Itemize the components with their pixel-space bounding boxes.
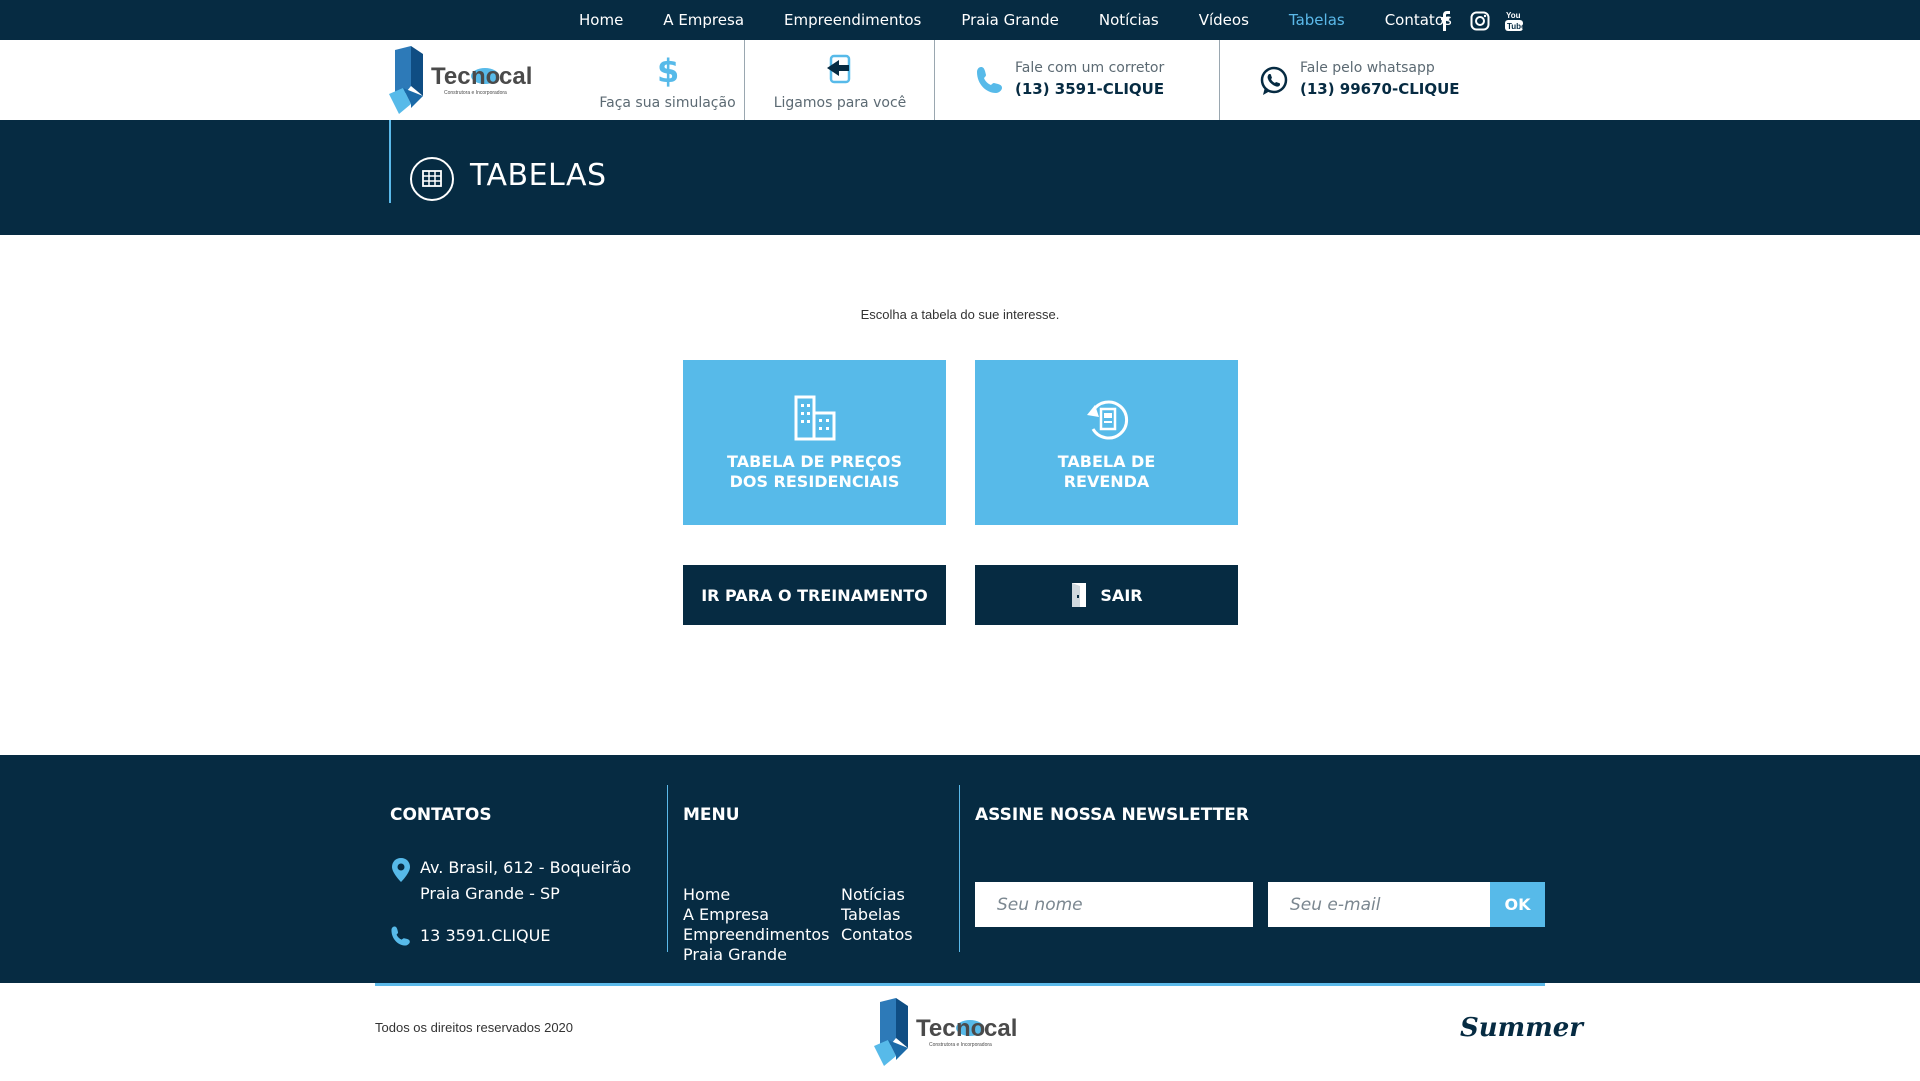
svg-text:cal: cal xyxy=(499,63,532,90)
copyright-text: Todos os direitos reservados 2020 xyxy=(375,1020,574,1035)
bottom-bar: Todos os direitos reservados 2020 Tec no… xyxy=(0,983,1920,1081)
treinamento-button[interactable]: IR PARA O TREINAMENTO xyxy=(683,565,946,625)
page-banner: TABELAS xyxy=(0,120,1920,235)
footer-link-noticias[interactable]: Notícias xyxy=(841,885,913,905)
facebook-icon[interactable] xyxy=(1436,11,1456,31)
ligamos-label: Ligamos para você xyxy=(773,95,907,111)
bottom-accent-line xyxy=(375,983,1545,986)
footer-newsletter: ASSINE NOSSA NEWSLETTER OK xyxy=(975,785,1545,952)
newsletter-title: ASSINE NOSSA NEWSLETTER xyxy=(975,805,1250,825)
tecnocal-logo[interactable]: Tec no cal Construtora e Incorporadora xyxy=(389,46,561,114)
corretor-number: (13) 3591-CLIQUE xyxy=(1015,80,1165,98)
footer-phone-number: 13 3591.CLIQUE xyxy=(420,926,551,945)
card2-line1: TABELA DE xyxy=(1057,452,1156,471)
svg-text:Construtora e Incorporadora: Construtora e Incorporadora xyxy=(929,1042,992,1048)
footer: CONTATOS Av. Brasil, 612 - Boqueirão Pra… xyxy=(0,755,1920,983)
sair-label: SAIR xyxy=(1100,585,1143,605)
whatsapp-label: Fale pelo whatsapp xyxy=(1300,60,1435,76)
card1-line1: TABELA DE PREÇOS xyxy=(727,452,902,471)
newsletter-email-input[interactable] xyxy=(1268,882,1490,927)
nav-home[interactable]: Home xyxy=(579,11,623,29)
footer-link-praia-grande[interactable]: Praia Grande xyxy=(683,945,841,965)
page-title: TABELAS xyxy=(470,158,607,193)
top-nav: Home A Empresa Empreendimentos Praia Gra… xyxy=(0,0,1920,40)
footer-phone: 13 3591.CLIQUE xyxy=(390,923,550,949)
nav-praia-grande[interactable]: Praia Grande xyxy=(961,11,1059,29)
ligamos-link[interactable]: Ligamos para você xyxy=(745,40,935,120)
youtube-icon[interactable]: You Tube xyxy=(1504,10,1524,32)
location-pin-icon xyxy=(392,858,410,882)
banner-divider xyxy=(389,120,391,203)
card1-text: TABELA DE PREÇOS DOS RESIDENCIAIS xyxy=(683,452,946,492)
footer-contatos-title: CONTATOS xyxy=(390,805,492,825)
phone-icon xyxy=(391,926,410,946)
tabela-residenciais-card[interactable]: TABELA DE PREÇOS DOS RESIDENCIAIS xyxy=(683,360,946,525)
svg-text:Tec: Tec xyxy=(431,63,471,90)
footer-menu-title: MENU xyxy=(683,805,740,825)
svg-text:no: no xyxy=(471,63,500,90)
footer-tecnocal-logo[interactable]: Tec no cal Construtora e Incorporadora xyxy=(874,998,1046,1066)
newsletter-ok-button[interactable]: OK xyxy=(1490,882,1545,927)
svg-text:$: $ xyxy=(657,52,679,88)
social-links: You Tube xyxy=(1436,10,1524,32)
footer-divider-2 xyxy=(959,785,960,952)
svg-text:Tec: Tec xyxy=(916,1015,956,1042)
nav-videos[interactable]: Vídeos xyxy=(1199,11,1249,29)
footer-menu: MENU Home Notícias A Empresa Tabelas Emp… xyxy=(683,785,953,964)
whatsapp-contact[interactable]: Fale pelo whatsapp (13) 99670-CLIQUE xyxy=(1220,40,1480,120)
card2-line2: REVENDA xyxy=(1063,472,1150,491)
door-icon xyxy=(1072,583,1087,607)
footer-address: Av. Brasil, 612 - Boqueirão Praia Grande… xyxy=(390,855,631,907)
footer-link-home[interactable]: Home xyxy=(683,885,841,905)
nav-a-empresa[interactable]: A Empresa xyxy=(663,11,744,29)
footer-link-tabelas[interactable]: Tabelas xyxy=(841,905,913,925)
whatsapp-icon xyxy=(1260,66,1288,95)
tabela-revenda-card[interactable]: TABELA DE REVENDA xyxy=(975,360,1238,525)
intro-text: Escolha a tabela do sue interesse. xyxy=(860,307,1060,322)
svg-text:Tube: Tube xyxy=(1507,22,1524,31)
corretor-label: Fale com um corretor xyxy=(1015,60,1165,76)
corretor-contact[interactable]: Fale com um corretor (13) 3591-CLIQUE xyxy=(935,40,1220,120)
svg-text:You: You xyxy=(1506,11,1521,20)
footer-menu-links: Home Notícias A Empresa Tabelas Empreend… xyxy=(683,885,913,965)
footer-contatos: CONTATOS Av. Brasil, 612 - Boqueirão Pra… xyxy=(390,785,660,952)
newsletter-name-input[interactable] xyxy=(975,882,1253,927)
card1-line2: DOS RESIDENCIAIS xyxy=(729,472,900,491)
footer-link-empreendimentos[interactable]: Empreendimentos xyxy=(683,925,841,945)
nav-noticias[interactable]: Notícias xyxy=(1099,11,1159,29)
phone-icon xyxy=(977,67,1002,93)
svg-text:Construtora e Incorporadora: Construtora e Incorporadora xyxy=(444,90,507,96)
address-line1: Av. Brasil, 612 - Boqueirão xyxy=(420,858,632,877)
header-bar: Tec no cal Construtora e Incorporadora $… xyxy=(0,40,1920,120)
sair-button[interactable]: SAIR xyxy=(975,565,1238,625)
simulacao-label: Faça sua simulação xyxy=(599,95,736,111)
resale-document-icon xyxy=(1086,400,1128,440)
whatsapp-number: (13) 99670-CLIQUE xyxy=(1300,80,1460,98)
building-icon xyxy=(794,395,835,441)
phone-callback-icon xyxy=(826,54,850,84)
dollar-icon: $ xyxy=(657,52,679,88)
corretor-text: Fale com um corretor (13) 3591-CLIQUE xyxy=(1015,60,1164,98)
nav-tabelas[interactable]: Tabelas xyxy=(1289,11,1345,29)
nav-empreendimentos[interactable]: Empreendimentos xyxy=(784,11,921,29)
footer-divider-1 xyxy=(667,785,668,952)
whatsapp-text: Fale pelo whatsapp (13) 99670-CLIQUE xyxy=(1300,60,1460,98)
footer-link-contatos[interactable]: Contatos xyxy=(841,925,913,945)
summer-agency-logo[interactable]: Summer xyxy=(1460,1013,1583,1043)
treinamento-label: IR PARA O TREINAMENTO xyxy=(701,585,928,605)
simulacao-link[interactable]: $ Faça sua simulação xyxy=(590,40,745,120)
footer-link-a-empresa[interactable]: A Empresa xyxy=(683,905,841,925)
card2-text: TABELA DE REVENDA xyxy=(975,452,1238,492)
instagram-icon[interactable] xyxy=(1470,11,1490,31)
address-line2: Praia Grande - SP xyxy=(420,884,560,903)
svg-text:no: no xyxy=(956,1015,985,1042)
svg-text:cal: cal xyxy=(984,1015,1017,1042)
main-menu: Home A Empresa Empreendimentos Praia Gra… xyxy=(579,0,1492,40)
table-icon xyxy=(410,157,454,201)
